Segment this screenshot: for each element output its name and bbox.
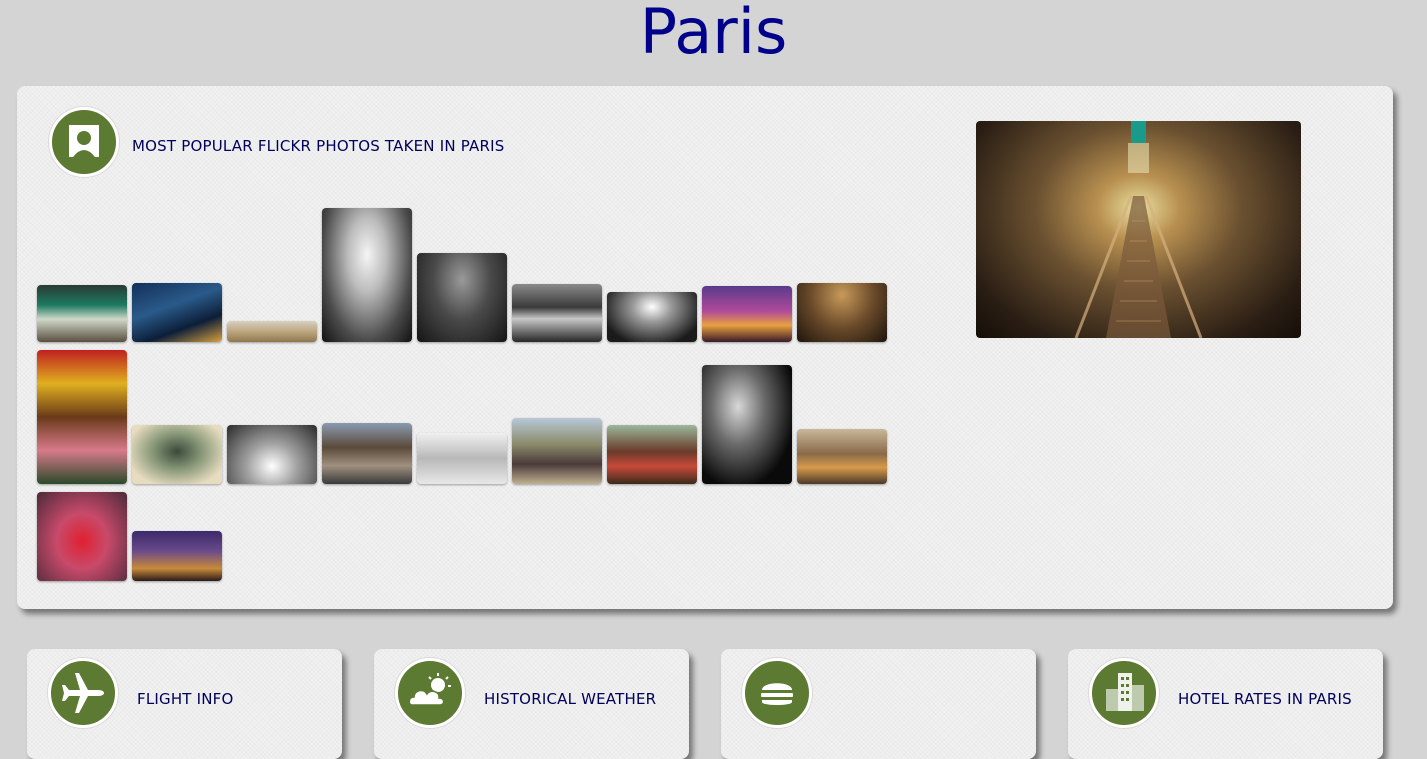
portrait-icon xyxy=(49,107,119,177)
photo-thumbnail[interactable] xyxy=(132,283,222,342)
airplane-icon xyxy=(48,658,118,728)
flight-info-label: FLIGHT INFO xyxy=(137,690,234,708)
burger-icon xyxy=(742,658,812,728)
photo-thumbnail[interactable] xyxy=(322,208,412,342)
restaurants-card[interactable] xyxy=(721,649,1036,759)
photo-thumbnail[interactable] xyxy=(607,425,697,484)
photo-thumbnail[interactable] xyxy=(227,321,317,342)
photo-thumbnail[interactable] xyxy=(797,429,887,484)
buildings-icon xyxy=(1089,658,1159,728)
cloud-sun-icon xyxy=(395,658,465,728)
photo-thumbnail[interactable] xyxy=(702,365,792,484)
flight-info-card[interactable]: FLIGHT INFO xyxy=(27,649,342,759)
photo-thumbnail[interactable] xyxy=(797,283,887,342)
photo-thumbnail[interactable] xyxy=(607,292,697,342)
photo-thumbnail[interactable] xyxy=(702,286,792,342)
hotel-rates-label: HOTEL RATES IN PARIS xyxy=(1178,690,1352,708)
photo-thumbnail[interactable] xyxy=(227,425,317,484)
historical-weather-card[interactable]: HISTORICAL WEATHER xyxy=(374,649,689,759)
photo-thumbnail[interactable] xyxy=(417,253,507,342)
photo-thumbnail[interactable] xyxy=(132,531,222,581)
hotel-rates-card[interactable]: HOTEL RATES IN PARIS xyxy=(1068,649,1383,759)
featured-photo[interactable] xyxy=(976,121,1301,338)
photo-thumbnail[interactable] xyxy=(132,425,222,484)
historical-weather-label: HISTORICAL WEATHER xyxy=(484,690,657,708)
photo-thumbnail[interactable] xyxy=(37,350,127,484)
photo-thumbnail[interactable] xyxy=(417,433,507,484)
page-title: Paris xyxy=(639,0,788,68)
photo-thumbnail[interactable] xyxy=(37,492,127,581)
photo-thumbnail[interactable] xyxy=(322,423,412,484)
photo-thumbnail[interactable] xyxy=(512,418,602,484)
photo-thumbnail[interactable] xyxy=(37,285,127,342)
flickr-heading: MOST POPULAR FLICKR PHOTOS TAKEN IN PARI… xyxy=(132,137,505,155)
photo-thumbnail[interactable] xyxy=(512,284,602,342)
